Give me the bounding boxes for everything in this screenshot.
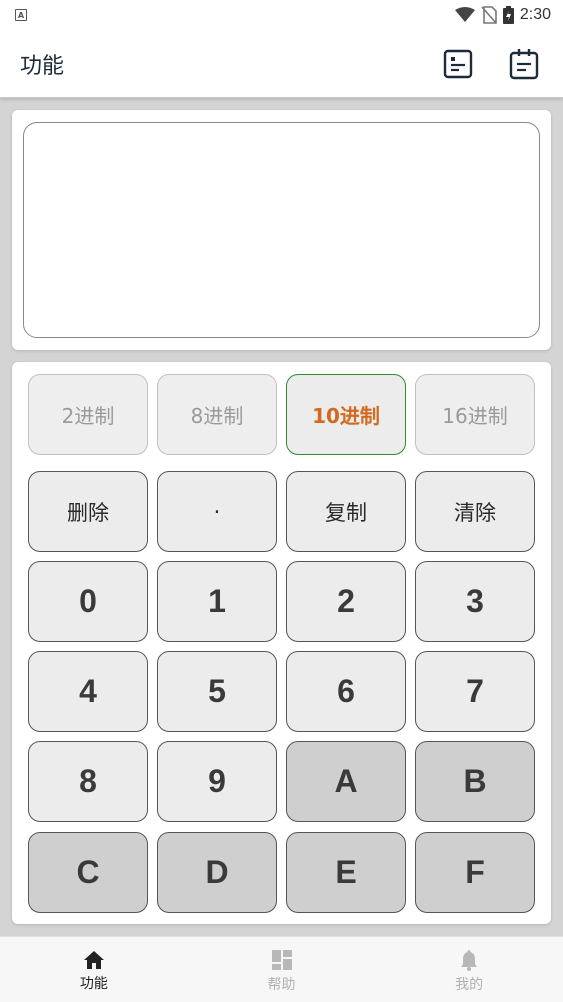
digit-f-button[interactable]: F: [415, 832, 535, 913]
nav-label-help: 帮助: [267, 977, 296, 993]
app-bar: 功能: [0, 30, 563, 98]
status-right-group: 2:30: [454, 6, 551, 24]
page-title: 功能: [20, 53, 65, 79]
base-8-button[interactable]: 8进制: [157, 374, 277, 455]
bottom-nav: 功能 帮助 我的: [0, 936, 563, 1002]
nav-item-mine[interactable]: 我的: [375, 937, 563, 1002]
list-document-button[interactable]: [439, 45, 477, 83]
copy-button[interactable]: 复制: [286, 471, 406, 552]
bell-icon: [461, 950, 478, 971]
delete-button[interactable]: 删除: [28, 471, 148, 552]
base-16-button[interactable]: 16进制: [415, 374, 535, 455]
digit-4-button[interactable]: 4: [28, 651, 148, 732]
base-2-button[interactable]: 2进制: [28, 374, 148, 455]
wifi-icon: [454, 7, 475, 22]
nav-item-help[interactable]: 帮助: [188, 937, 376, 1002]
digit-b-button[interactable]: B: [415, 741, 535, 822]
digit-6-button[interactable]: 6: [286, 651, 406, 732]
base-10-button[interactable]: 10进制: [286, 374, 406, 455]
digit-8-button[interactable]: 8: [28, 741, 148, 822]
dashboard-icon: [271, 950, 292, 970]
digit-1-button[interactable]: 1: [157, 561, 277, 642]
app-notification-icon: A: [15, 9, 27, 21]
no-sim-icon: [481, 6, 497, 24]
clear-button[interactable]: 清除: [415, 471, 535, 552]
digit-5-button[interactable]: 5: [157, 651, 277, 732]
nav-label-mine: 我的: [455, 977, 484, 993]
nav-item-function[interactable]: 功能: [0, 937, 188, 1002]
digit-2-button[interactable]: 2: [286, 561, 406, 642]
home-icon: [83, 951, 104, 969]
notepad-icon: [509, 48, 539, 79]
dot-button[interactable]: ·: [157, 471, 277, 552]
list-document-icon: [443, 49, 473, 78]
battery-charging-icon: [502, 6, 514, 24]
status-bar: A 2:30: [0, 0, 563, 30]
status-time: 2:30: [519, 6, 551, 23]
digit-7-button[interactable]: 7: [415, 651, 535, 732]
number-display[interactable]: [23, 122, 540, 338]
digit-e-button[interactable]: E: [286, 832, 406, 913]
nav-label-function: 功能: [79, 976, 108, 992]
digit-0-button[interactable]: 0: [28, 561, 148, 642]
digit-9-button[interactable]: 9: [157, 741, 277, 822]
digit-a-button[interactable]: A: [286, 741, 406, 822]
notepad-button[interactable]: [505, 45, 543, 83]
digit-3-button[interactable]: 3: [415, 561, 535, 642]
digit-c-button[interactable]: C: [28, 832, 148, 913]
keypad-card: 2进制 8进制 10进制 16进制 删除 · 复制 清除 0 1 2 3 4 5…: [12, 362, 551, 924]
display-card: [12, 110, 551, 350]
digit-d-button[interactable]: D: [157, 832, 277, 913]
